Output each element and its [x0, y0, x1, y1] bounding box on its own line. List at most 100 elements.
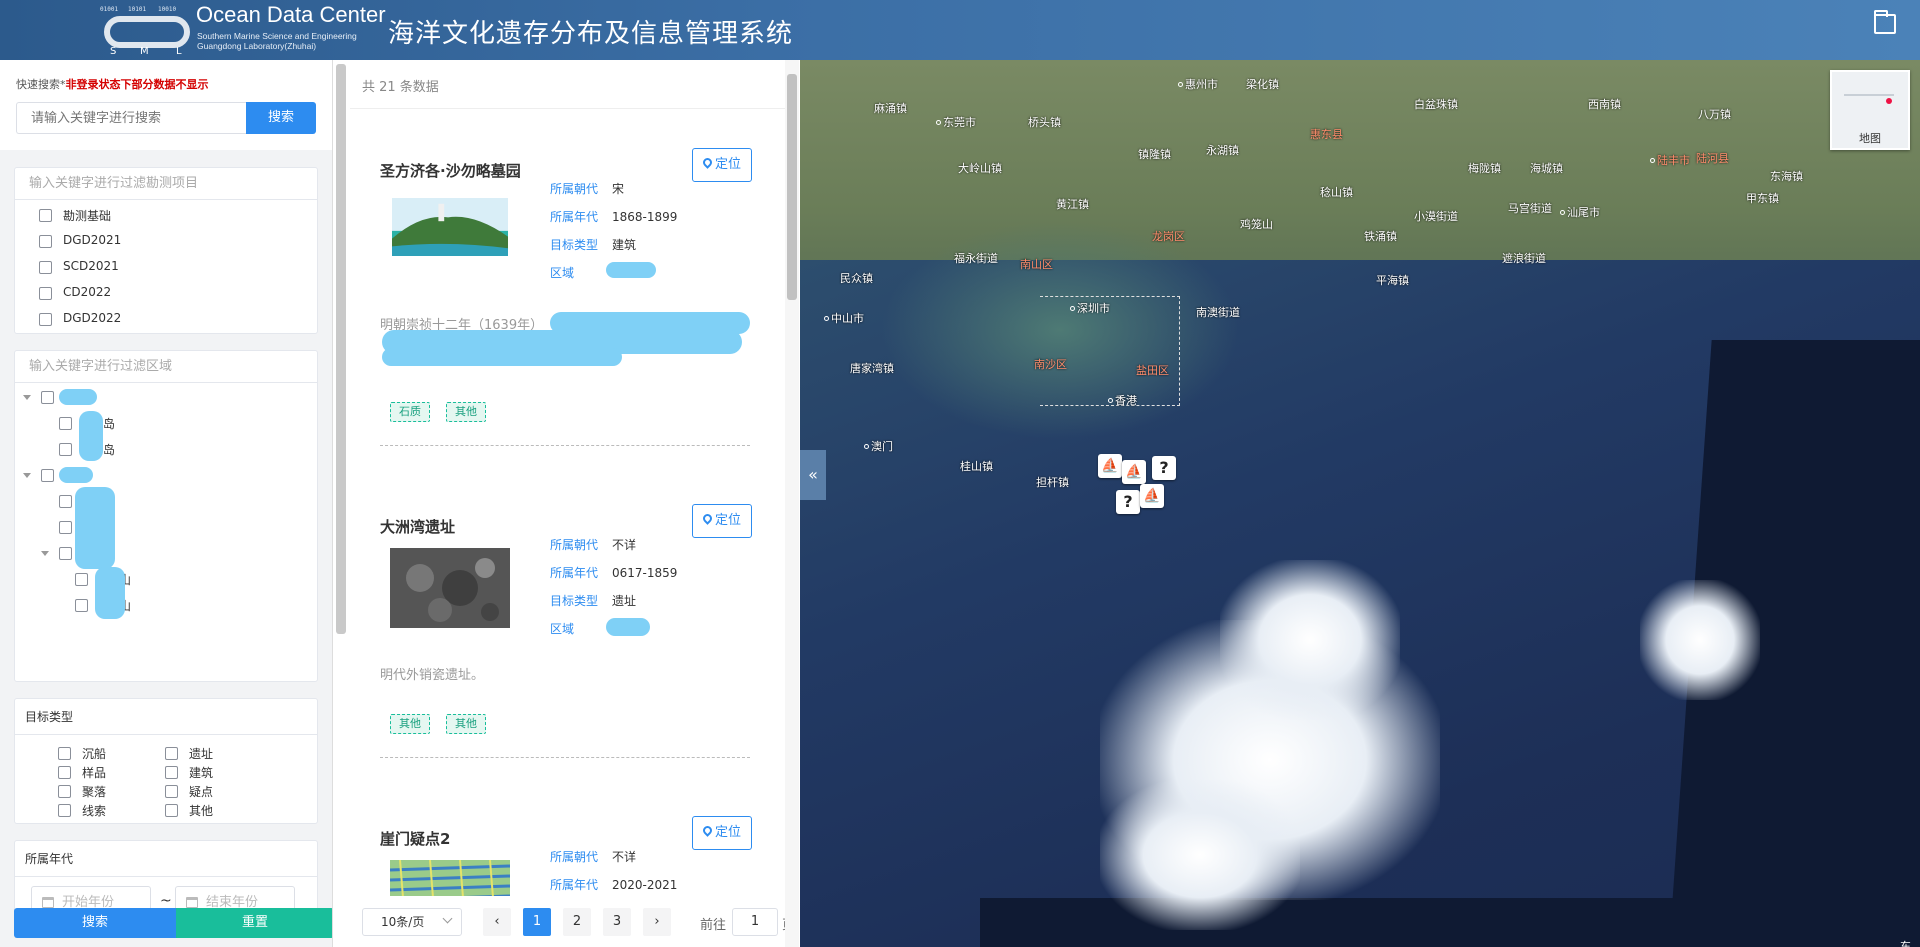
target-type-label: 样品 [82, 766, 107, 780]
map-label: 黄江镇 [1056, 198, 1089, 211]
field-label: 所属年代 [550, 566, 599, 580]
map-label-text: 深圳市 [1077, 302, 1110, 315]
checkbox[interactable] [59, 521, 72, 534]
page-button[interactable]: 2 [563, 908, 591, 936]
checkbox[interactable] [58, 747, 71, 760]
quick-search-button[interactable]: 搜索 [246, 102, 316, 134]
login-warning: 非登录状态下部分数据不显示 [65, 78, 209, 91]
folder-icon[interactable] [1874, 10, 1896, 34]
project-item-label: DGD2022 [63, 311, 122, 325]
map-view[interactable]: 惠州市 梁化镇 麻涌镇 东莞市 桥头镇 白盆珠镇 西南镇 八万镇 惠东县 陆河县… [800, 60, 1920, 947]
goto-page-input[interactable]: 1 [732, 908, 778, 936]
checkbox[interactable] [39, 287, 52, 300]
field-value: 建筑 [612, 238, 637, 252]
checkbox[interactable] [165, 747, 178, 760]
field-value: 1868-1899 [612, 210, 678, 224]
item-separator [380, 757, 750, 758]
checkbox[interactable] [75, 599, 88, 612]
app-header: 01001 10101 10010 S M L Ocean Data Cente… [0, 0, 1920, 60]
field-value: 2020-2021 [612, 878, 678, 892]
quick-search-input[interactable] [16, 102, 246, 134]
map-label: 梁化镇 [1246, 78, 1279, 91]
locate-button[interactable]: 定位 [692, 504, 752, 538]
checkbox[interactable] [59, 417, 72, 430]
city-dot [1108, 398, 1113, 403]
map-label-text: 东莞市 [943, 116, 976, 129]
shipwreck-marker-icon[interactable]: ⛵ [1140, 484, 1164, 508]
map-label: 小漠街道 [1414, 210, 1458, 223]
page-button[interactable]: 1 [523, 908, 551, 936]
sml-logo: 01001 10101 10010 S M L [98, 4, 192, 57]
checkbox[interactable] [39, 235, 52, 248]
checkbox[interactable] [39, 261, 52, 274]
map-label: 铁涌镇 [1364, 230, 1397, 243]
checkbox[interactable] [59, 443, 72, 456]
cloud [1100, 780, 1300, 930]
checkbox[interactable] [75, 573, 88, 586]
expand-icon[interactable] [23, 473, 31, 478]
checkbox[interactable] [41, 469, 54, 482]
cloud [1220, 560, 1400, 720]
region-filter-input[interactable]: 输入关键字进行过滤区域 [15, 351, 317, 383]
search-button[interactable]: 搜索 [14, 908, 176, 938]
map-label: 陆丰市 [1650, 152, 1690, 168]
map-label: 鸡笼山 [1240, 218, 1273, 231]
collapse-panel-button[interactable]: « [800, 450, 826, 500]
boundary-line [1040, 296, 1180, 406]
list-scrollbar[interactable] [785, 60, 799, 947]
locate-button[interactable]: 定位 [692, 148, 752, 182]
filter-scrollbar[interactable] [336, 64, 346, 634]
system-title: 海洋文化遗存分布及信息管理系统 [388, 19, 794, 49]
reset-button[interactable]: 重置 [176, 908, 332, 938]
map-label-text: 惠州市 [1185, 78, 1218, 91]
map-label: 遮浪街道 [1502, 252, 1546, 265]
tag: 其他 [446, 402, 486, 422]
map-label: 南沙区 [1034, 358, 1067, 371]
basemap-switcher[interactable]: 地图 [1830, 70, 1910, 150]
checkbox[interactable] [39, 313, 52, 326]
checkbox[interactable] [41, 391, 54, 404]
expand-icon[interactable] [41, 551, 49, 556]
map-label: 梅陇镇 [1468, 162, 1501, 175]
item-title[interactable]: 崖门疑点2 [380, 828, 450, 849]
next-page-button[interactable]: › [643, 908, 671, 936]
redacted-mark [59, 467, 93, 483]
checkbox[interactable] [165, 785, 178, 798]
range-separator: ~ [160, 893, 172, 909]
locate-button[interactable]: 定位 [692, 816, 752, 850]
logo-binary-2: 10101 [128, 6, 147, 13]
field-label: 所属朝代 [550, 182, 599, 196]
checkbox[interactable] [58, 785, 71, 798]
checkbox[interactable] [165, 804, 178, 817]
checkbox[interactable] [59, 495, 72, 508]
field-dynasty: 所属朝代 不详 [550, 536, 636, 553]
question-marker-icon[interactable]: ? [1116, 490, 1140, 514]
page-button[interactable]: 3 [603, 908, 631, 936]
map-label: 深圳市 [1070, 300, 1110, 316]
checkbox[interactable] [59, 547, 72, 560]
checkbox[interactable] [58, 766, 71, 779]
field-value: 遗址 [612, 594, 637, 608]
checkbox[interactable] [58, 804, 71, 817]
target-type-label: 建筑 [189, 766, 214, 780]
filter-panel: 快速搜索*非登录状态下部分数据不显示 搜索 输入关键字进行过滤勘测项目 勘测基础… [0, 60, 333, 947]
checkbox[interactable] [39, 209, 52, 222]
item-title[interactable]: 圣方济各·沙勿略墓园 [380, 160, 521, 181]
shipwreck-marker-icon[interactable]: ⛵ [1098, 454, 1122, 478]
item-title[interactable]: 大洲湾遗址 [380, 516, 455, 537]
map-label: 东沙 [1900, 940, 1911, 947]
field-region: 区域 [550, 264, 612, 281]
city-dot [1650, 158, 1655, 163]
question-marker-icon[interactable]: ? [1152, 456, 1176, 480]
checkbox[interactable] [165, 766, 178, 779]
scroll-thumb[interactable] [787, 74, 797, 300]
expand-icon[interactable] [23, 395, 31, 400]
prev-page-button[interactable]: ‹ [483, 908, 511, 936]
page-size-select[interactable]: 10条/页 [362, 908, 462, 936]
field-years: 所属年代 0617-1859 [550, 564, 677, 581]
project-filter-input[interactable]: 输入关键字进行过滤勘测项目 [15, 168, 317, 200]
map-label: 镇隆镇 [1138, 148, 1171, 161]
shipwreck-marker-icon[interactable]: ⛵ [1122, 460, 1146, 484]
pagination: 10条/页 ‹ 1 2 3 › 前往 1 页 [350, 896, 787, 947]
basemap-label: 地图 [1859, 132, 1881, 145]
